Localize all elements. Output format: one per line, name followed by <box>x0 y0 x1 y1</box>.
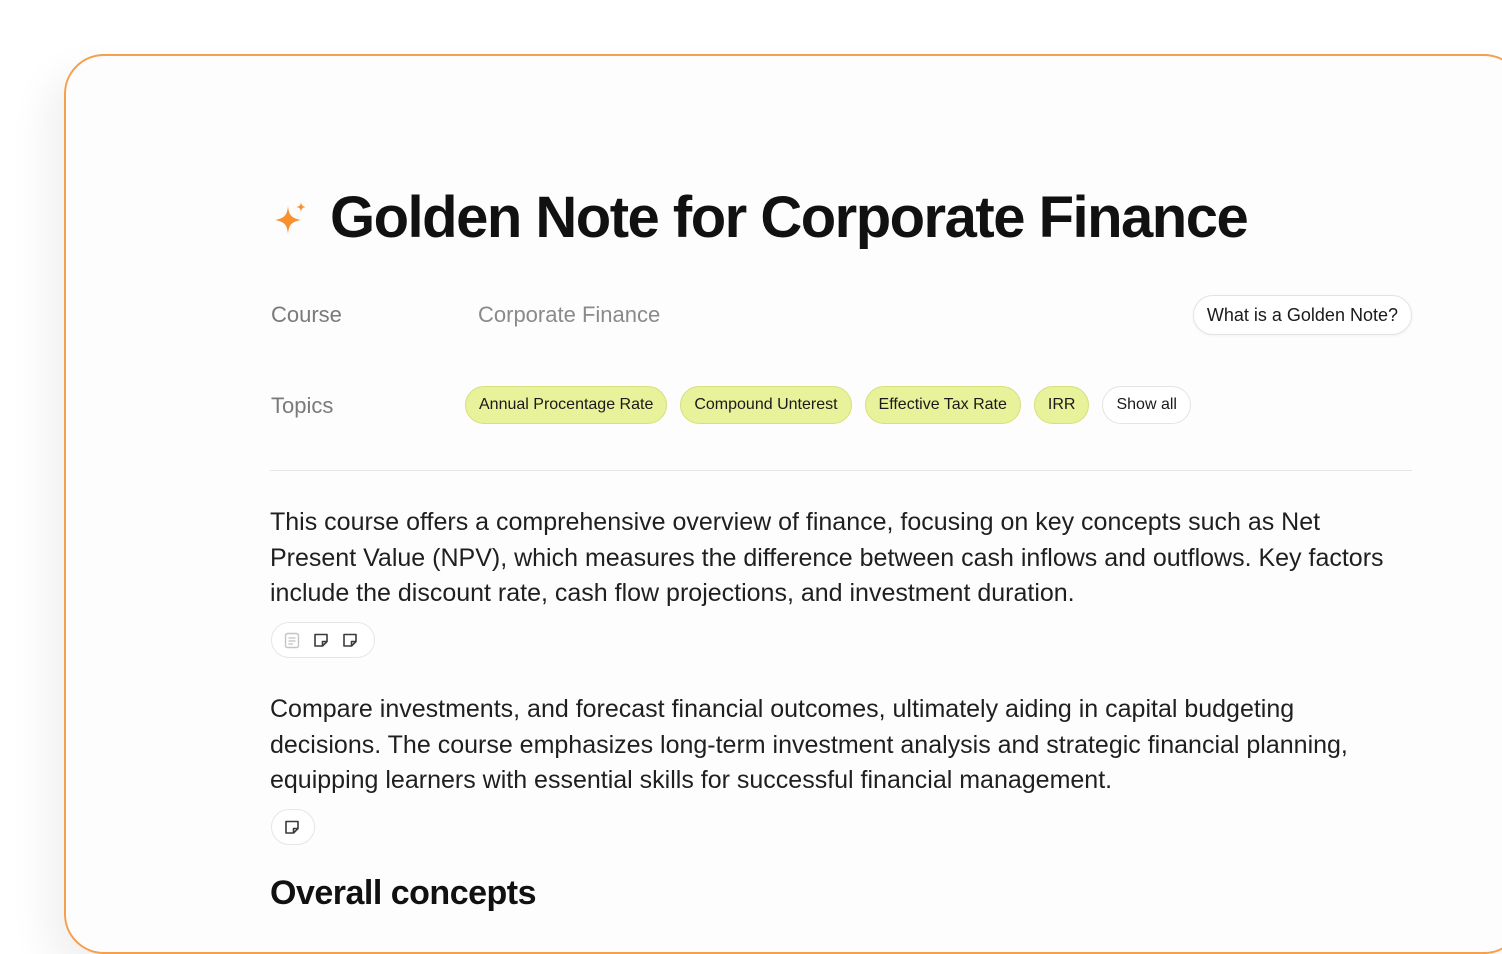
course-label: Course <box>271 302 342 327</box>
topics-list: Annual Procentage Rate Compound Unterest… <box>465 386 1191 424</box>
paragraph-1-sources <box>271 622 375 658</box>
sparkle-icon <box>275 202 306 234</box>
note-icon[interactable] <box>282 817 302 837</box>
topic-chip-apr[interactable]: Annual Procentage Rate <box>465 386 668 424</box>
topic-chip-effective-tax-rate[interactable]: Effective Tax Rate <box>864 386 1021 424</box>
note-icon[interactable] <box>311 630 331 650</box>
title-row: Golden Note for Corporate Finance <box>270 185 1249 250</box>
show-all-topics-button[interactable]: Show all <box>1102 386 1191 424</box>
summary-paragraph: This course offers a comprehensive overv… <box>270 508 1384 607</box>
topic-chip-irr[interactable]: IRR <box>1033 386 1090 424</box>
note-icon[interactable] <box>340 630 360 650</box>
course-value: Corporate Finance <box>478 302 661 327</box>
detail-paragraph: Compare investments, and forecast financ… <box>270 695 1348 794</box>
divider <box>270 470 1412 471</box>
topic-chip-compound-interest[interactable]: Compound Unterest <box>680 386 852 424</box>
what-is-golden-note-button[interactable]: What is a Golden Note? <box>1192 295 1412 335</box>
section-heading-overall-concepts: Overall concepts <box>270 874 537 912</box>
document-icon[interactable] <box>282 630 302 650</box>
page-title: Golden Note for Corporate Finance <box>330 185 1249 250</box>
topics-label: Topics <box>271 393 334 418</box>
paragraph-2-sources <box>271 809 315 845</box>
